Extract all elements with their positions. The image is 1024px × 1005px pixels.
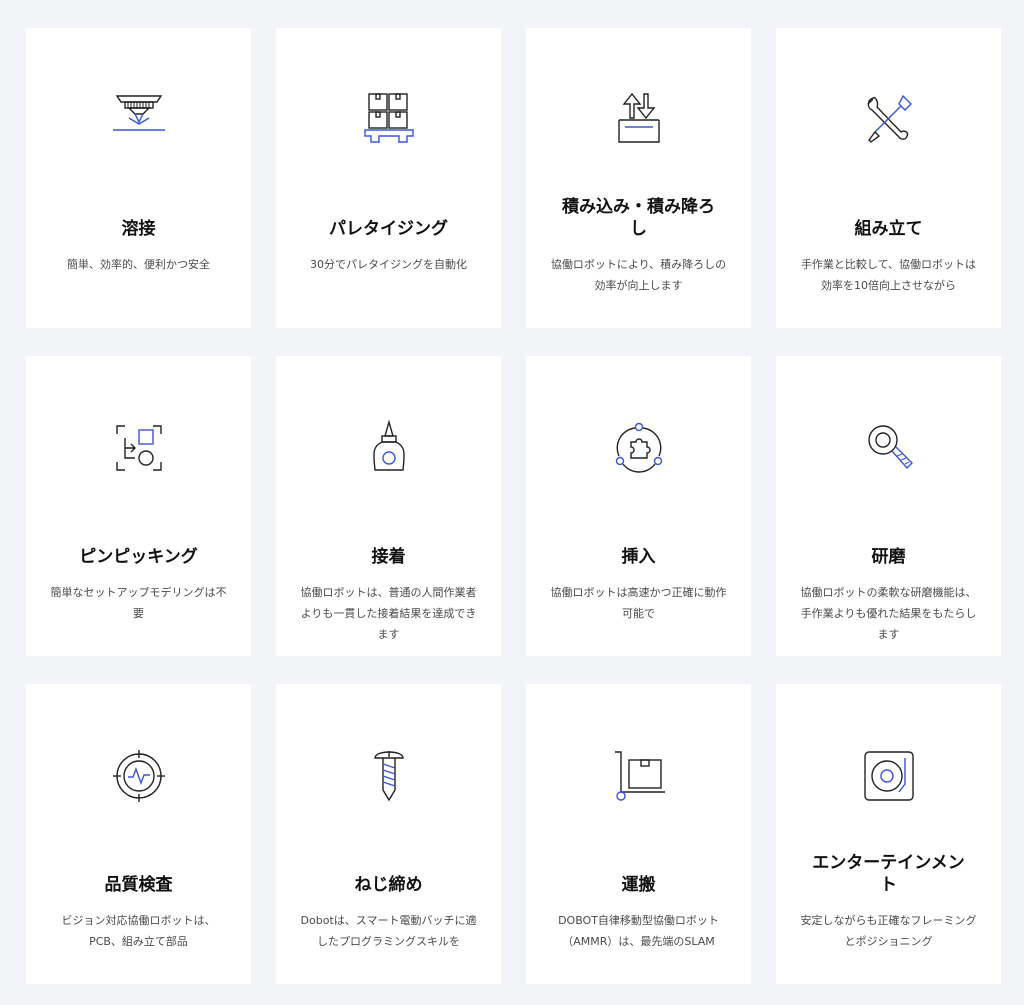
- card-title: 溶接: [121, 219, 156, 239]
- card-insertion[interactable]: 挿入 協働ロボットは高速かつ正確に動作可能で: [526, 356, 751, 656]
- card-gluing[interactable]: 接着 協働ロボットは、普通の人間作業者よりも一貫した接着結果を達成できます: [276, 356, 501, 656]
- card-assembly[interactable]: 組み立て 手作業と比較して、協働ロボットは効率を10倍向上させながら: [776, 28, 1001, 328]
- card-description: DOBOT自律移動型協働ロボット（AMMR）は、最先端のSLAM: [558, 914, 719, 948]
- card-description: 安定しながらも正確なフレーミングとポジショニング: [800, 914, 977, 948]
- inspection-target-icon: [109, 746, 169, 806]
- card-title: 研磨: [871, 547, 906, 567]
- card-title: ねじ締め: [354, 875, 423, 895]
- card-description: ビジョン対応協働ロボットは、PCB、組み立て部品: [61, 914, 216, 948]
- card-polishing[interactable]: 研磨 協働ロボットの柔軟な研磨機能は、手作業よりも優れた結果をもたらします: [776, 356, 1001, 656]
- card-description: 協働ロボットは高速かつ正確に動作可能で: [550, 586, 727, 620]
- palletizing-icon: [359, 90, 419, 150]
- card-loading-unloading[interactable]: 積み込み・積み降ろし 協働ロボットにより、積み降ろしの効率が向上します: [526, 28, 751, 328]
- card-welding[interactable]: 溶接 簡単、効率的、便利かつ安全: [26, 28, 251, 328]
- turntable-icon: [859, 746, 919, 806]
- card-title: 接着: [371, 547, 406, 567]
- card-quality-inspection[interactable]: 品質検査 ビジョン対応協働ロボットは、PCB、組み立て部品: [26, 684, 251, 984]
- card-title: 挿入: [621, 547, 656, 567]
- card-title: パレタイジング: [329, 219, 448, 239]
- card-description: 簡単、効率的、便利かつ安全: [67, 258, 210, 271]
- card-description: 協働ロボットの柔軟な研磨機能は、手作業よりも優れた結果をもたらします: [800, 586, 977, 641]
- glue-bottle-icon: [359, 418, 419, 478]
- card-description: 協働ロボットは、普通の人間作業者よりも一貫した接着結果を達成できます: [300, 586, 477, 641]
- loading-unloading-icon: [609, 90, 669, 150]
- polishing-icon: [859, 418, 919, 478]
- card-transport[interactable]: 運搬 DOBOT自律移動型協働ロボット（AMMR）は、最先端のSLAM: [526, 684, 751, 984]
- card-title: ピンピッキング: [79, 547, 198, 567]
- card-description: 手作業と比較して、協働ロボットは効率を10倍向上させながら: [800, 258, 977, 292]
- card-title: 積み込み・積み降ろし: [562, 197, 715, 239]
- puzzle-insert-icon: [609, 418, 669, 478]
- card-description: Dobotは、スマート電動バッチに適したプログラミングスキルを: [300, 914, 477, 948]
- bin-picking-icon: [109, 418, 169, 478]
- hand-truck-box-icon: [609, 746, 669, 806]
- card-title: 品質検査: [104, 875, 173, 895]
- card-title: 運搬: [621, 875, 656, 895]
- card-description: 協働ロボットにより、積み降ろしの効率が向上します: [550, 258, 727, 292]
- card-palletizing[interactable]: パレタイジング 30分でパレタイジングを自動化: [276, 28, 501, 328]
- card-title: エンターテインメント: [812, 853, 965, 895]
- card-description: 簡単なセットアップモデリングは不要: [50, 586, 227, 620]
- card-description: 30分でパレタイジングを自動化: [310, 258, 467, 271]
- card-title: 組み立て: [854, 219, 923, 239]
- applications-grid: 溶接 簡単、効率的、便利かつ安全 パレタイジング 30分でパレタイジングを自動化: [26, 28, 1001, 984]
- welding-icon: [109, 90, 169, 150]
- card-bin-picking[interactable]: ピンピッキング 簡単なセットアップモデリングは不要: [26, 356, 251, 656]
- assembly-tools-icon: [859, 90, 919, 150]
- card-entertainment[interactable]: エンターテインメント 安定しながらも正確なフレーミングとポジショニング: [776, 684, 1001, 984]
- screw-icon: [359, 746, 419, 806]
- card-screwing[interactable]: ねじ締め Dobotは、スマート電動バッチに適したプログラミングスキルを: [276, 684, 501, 984]
